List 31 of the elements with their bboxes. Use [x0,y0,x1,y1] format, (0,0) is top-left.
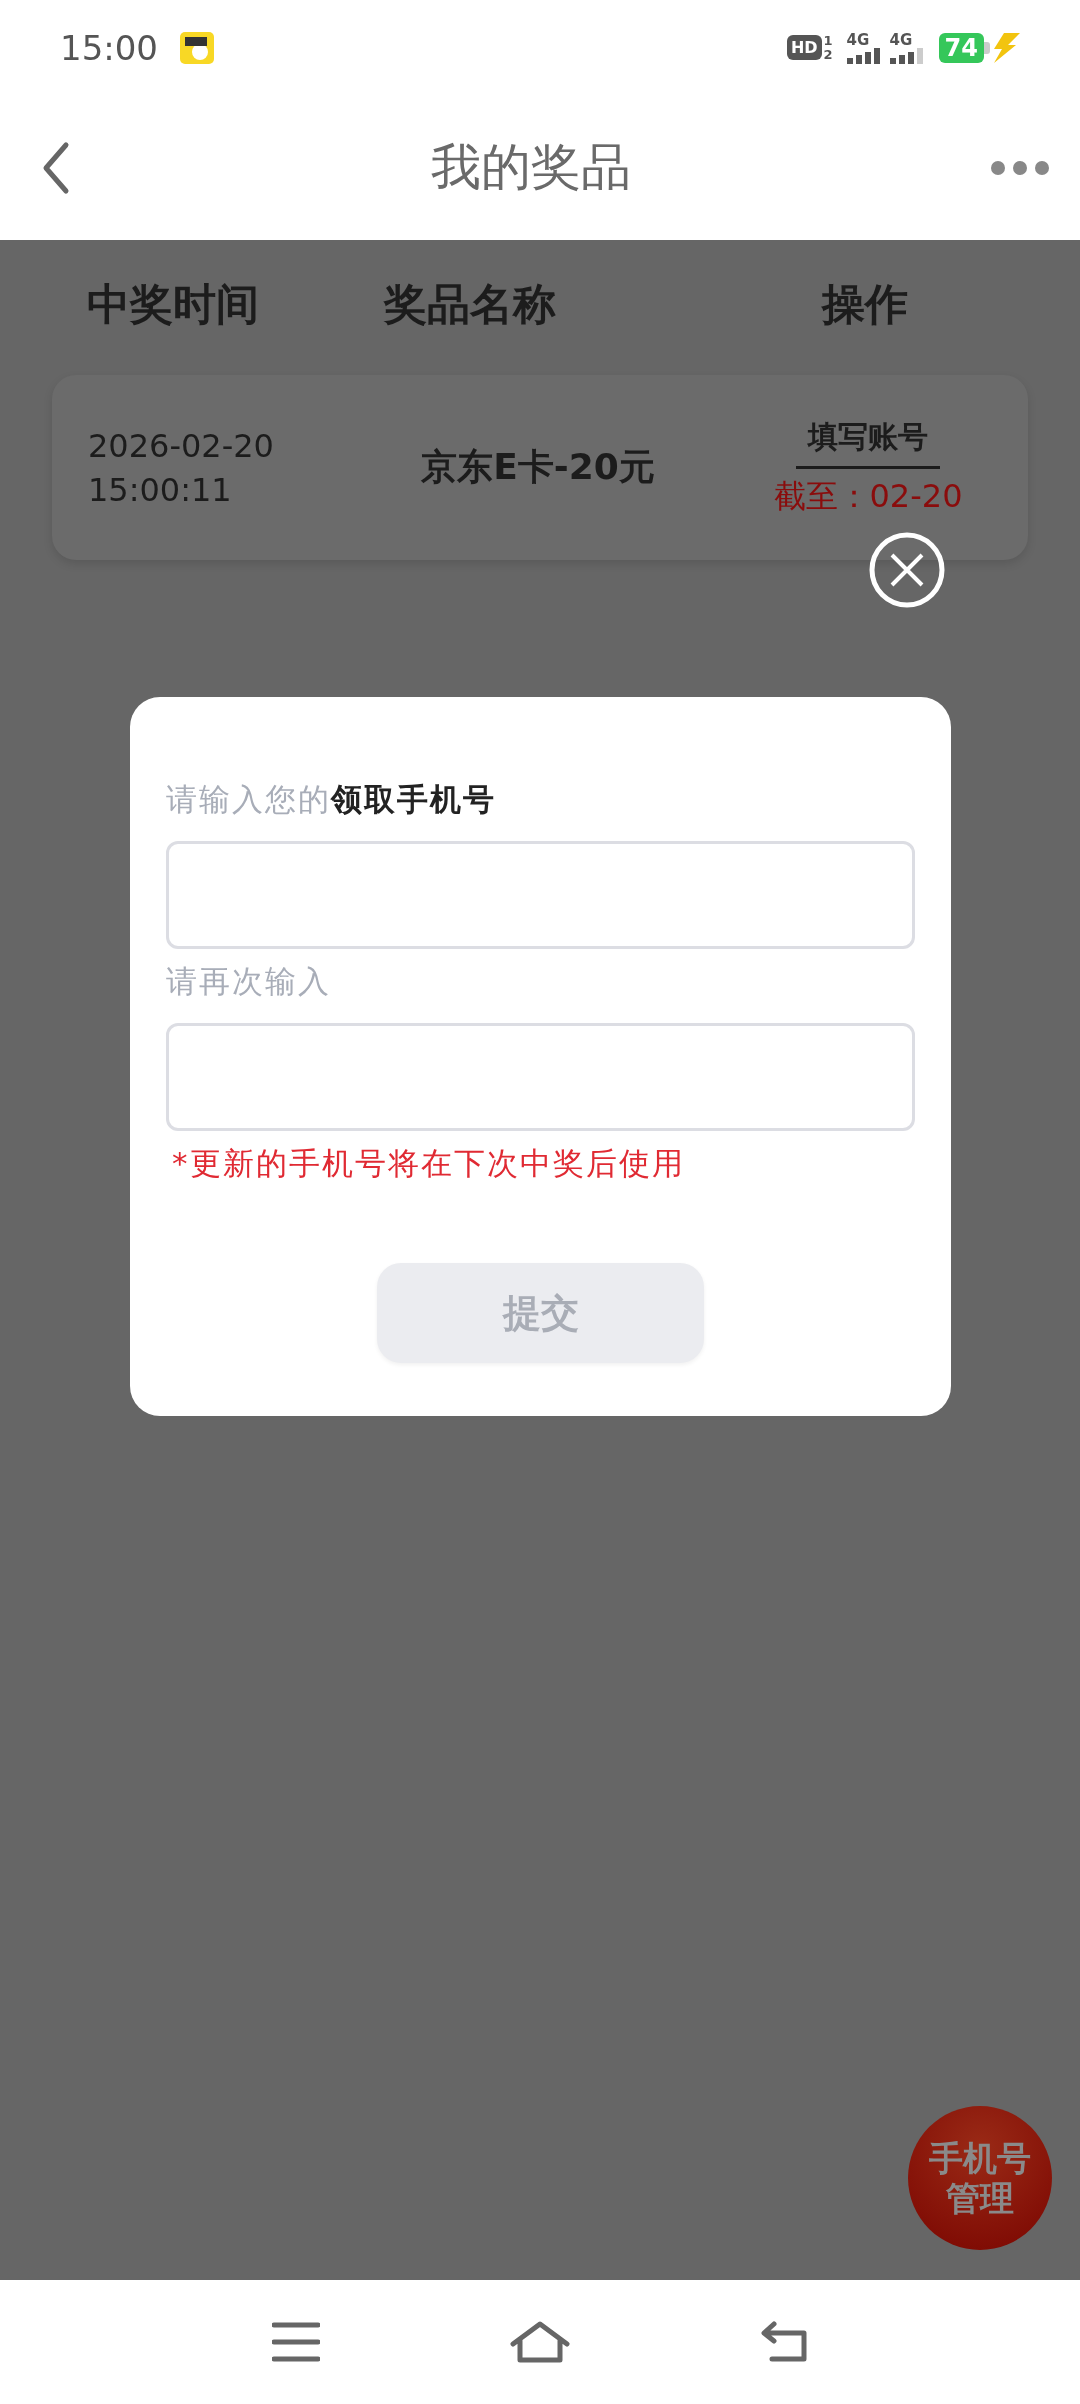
menu-icon[interactable] [272,2322,320,2362]
close-icon[interactable] [869,532,945,608]
deadline-text: 截至：02-20 [773,475,963,517]
confirm-input-field[interactable] [166,1023,915,1131]
win-date: 2026-02-20 [88,425,275,467]
page-title: 我的奖品 [431,137,631,198]
hd-badge: HD [786,35,822,60]
signal-icon [846,47,880,64]
prize-name: 京东E卡-20元 [421,445,655,489]
home-icon[interactable] [510,2320,570,2364]
phone-input-label: 请输入您的领取手机号 [166,780,497,819]
win-time: 15:00:11 [88,469,233,511]
app-notification-icon [180,31,214,64]
confirm-input-label: 请再次输入 [166,962,332,1001]
network-label: 4G [846,31,871,48]
more-icon[interactable] [990,159,1050,176]
column-header: 奖品名称 [384,278,556,331]
update-note: *更新的手机号将在下次中奖后使用 [172,1144,686,1183]
back-nav-icon[interactable] [760,2321,808,2363]
sim-number: 2 [823,47,833,62]
fill-account-link[interactable]: 填写账号 [796,416,940,469]
phone-manage-button[interactable]: 手机号 管理 [908,2106,1052,2250]
battery-level: 74 [938,32,984,63]
signal-icon [889,47,923,64]
network-label: 4G [889,31,914,48]
sim-number: 1 [823,33,833,48]
clock-time: 15:00 [60,27,158,68]
column-header: 操作 [822,278,908,331]
battery-tip-icon [984,41,990,54]
phone-input-field[interactable] [166,841,915,949]
column-header: 中奖时间 [87,278,259,331]
